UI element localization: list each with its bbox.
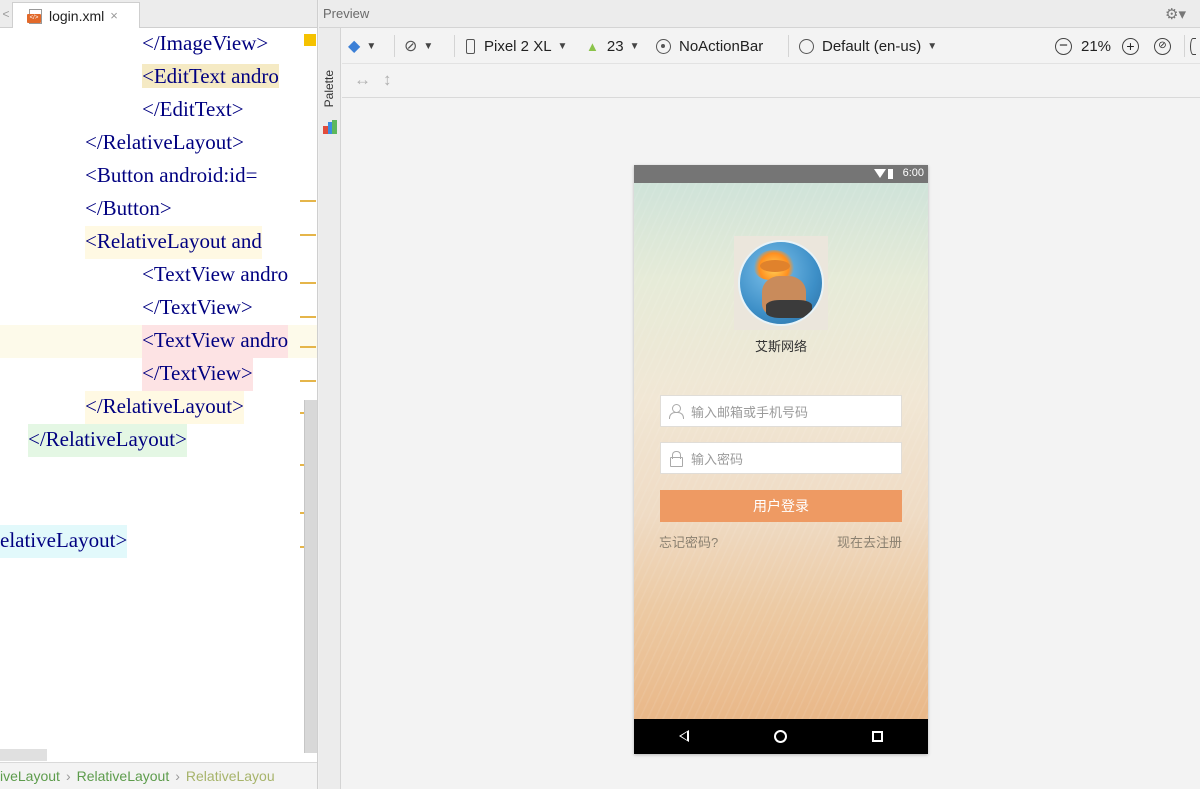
zoom-level: 21% <box>1081 37 1112 55</box>
toolbar-divider <box>454 35 455 57</box>
layers-icon: ◆ <box>348 38 361 55</box>
code-line: <RelativeLayout and <box>85 226 262 259</box>
zoom-in-icon: + <box>1122 37 1139 55</box>
code-area[interactable]: </ImageView> <EditText andro </EditText>… <box>0 28 317 753</box>
app-name: 艾斯网络 <box>754 339 807 354</box>
theme-selector[interactable]: NoActionBar <box>656 36 763 56</box>
user-icon <box>669 404 684 419</box>
email-field[interactable]: 输入邮箱或手机号码 <box>660 395 902 427</box>
breadcrumb: iveLayout › RelativeLayout › RelativeLayou <box>0 762 317 789</box>
chevron-down-icon: ▼ <box>557 40 568 52</box>
api-level-selector[interactable]: ▲ 23 ▼ <box>586 36 639 56</box>
android-icon: ▲ <box>586 38 599 54</box>
login-button[interactable]: 用户登录 <box>660 490 902 522</box>
code-line: <EditText andro <box>142 64 279 88</box>
palette-tab[interactable]: Palette <box>322 70 336 107</box>
theme-icon <box>656 38 671 54</box>
code-line: </RelativeLayout> <box>85 391 244 424</box>
editor-tab-bar: < login.xml × <box>0 0 317 28</box>
zoom-fit-button[interactable]: ⊘ <box>1154 36 1171 56</box>
change-marker <box>300 346 316 348</box>
code-line: </TextView> <box>142 358 253 391</box>
code-line: <Button android:id= <box>85 163 258 187</box>
gear-icon[interactable]: ⚙▾ <box>1165 5 1186 23</box>
code-line-selected: <TextView andro <box>142 325 289 358</box>
code-line: </EditText> <box>142 97 244 121</box>
breadcrumb-item[interactable]: iveLayout <box>0 768 60 784</box>
zoom-out-button[interactable]: − <box>1055 36 1072 56</box>
preview-title: Preview <box>323 6 370 21</box>
design-surface-button[interactable]: ◆ ▼ <box>348 36 376 56</box>
breadcrumb-item[interactable]: RelativeLayout <box>77 768 170 784</box>
code-line: <TextView andro <box>142 262 289 286</box>
battery-icon <box>888 169 893 179</box>
code-line: </ImageView> <box>142 31 269 55</box>
device-preview[interactable]: 6:00 艾斯网络 输入邮箱或手机号码 输入密码 用户登录 忘记密码? 现在去注… <box>634 165 928 754</box>
rotate-icon: ⊘ <box>404 38 418 55</box>
change-marker <box>300 282 316 284</box>
close-tab-icon[interactable]: × <box>110 8 118 23</box>
chevron-down-icon: ▼ <box>927 40 938 52</box>
device-selector[interactable]: Pixel 2 XL ▼ <box>466 36 567 56</box>
fit-screen-icon: ⊘ <box>1154 37 1171 55</box>
status-time: 6:00 <box>902 167 924 179</box>
tab-scroll-left-icon[interactable]: < <box>0 4 12 24</box>
register-link[interactable]: 现在去注册 <box>837 532 902 551</box>
tab-label: login.xml <box>49 7 105 24</box>
status-bar: 6:00 <box>634 165 928 183</box>
more-icon <box>1190 37 1196 55</box>
chevron-down-icon: ▼ <box>366 40 377 52</box>
toolbar-divider <box>394 35 395 57</box>
tab-login-xml[interactable]: login.xml × <box>12 2 140 28</box>
editor-vertical-scrollbar[interactable] <box>304 400 317 753</box>
password-field[interactable]: 输入密码 <box>660 442 902 474</box>
toolbar-divider <box>1184 35 1185 57</box>
palette-strip: Palette <box>319 28 341 789</box>
palette-icon[interactable] <box>323 120 337 134</box>
resize-horizontal-icon[interactable]: ↔ <box>354 70 371 90</box>
chevron-down-icon: ▼ <box>423 40 434 52</box>
recent-apps-icon[interactable] <box>872 731 883 742</box>
change-marker <box>300 380 316 382</box>
change-marker <box>300 200 316 202</box>
navigation-bar <box>634 719 928 754</box>
zoom-in-button[interactable]: + <box>1122 36 1139 56</box>
chevron-down-icon: ▼ <box>629 40 640 52</box>
resize-vertical-icon[interactable]: ↕ <box>383 70 392 90</box>
code-line: </TextView> <box>142 295 253 319</box>
globe-icon <box>799 38 814 54</box>
zoom-out-icon: − <box>1055 37 1072 55</box>
phone-icon <box>466 38 475 54</box>
password-placeholder: 输入密码 <box>691 451 744 467</box>
forgot-password-link[interactable]: 忘记密码? <box>659 532 718 551</box>
code-editor-pane: < login.xml × </ImageView> <EditText and… <box>0 0 318 789</box>
code-line: elativeLayout> <box>0 525 128 558</box>
status-icons <box>874 169 896 179</box>
home-icon[interactable] <box>774 730 787 743</box>
email-placeholder: 输入邮箱或手机号码 <box>691 404 809 420</box>
avatar-frame <box>734 236 828 330</box>
orientation-button[interactable]: ⊘ ▼ <box>404 36 433 56</box>
warning-marker-icon[interactable] <box>304 34 316 46</box>
code-line: </RelativeLayout> <box>28 424 187 457</box>
avatar[interactable] <box>738 240 824 326</box>
android-studio-window: < login.xml × </ImageView> <EditText and… <box>0 0 1200 789</box>
back-icon[interactable] <box>679 730 689 742</box>
editor-horizontal-scrollbar[interactable] <box>0 749 47 761</box>
code-line: </RelativeLayout> <box>85 130 244 154</box>
toolbar-divider <box>788 35 789 57</box>
locale-selector[interactable]: Default (en-us) ▼ <box>799 36 937 56</box>
code-line: </Button> <box>85 196 172 220</box>
overflow-button[interactable] <box>1190 36 1196 56</box>
wifi-icon <box>874 169 886 178</box>
preview-header: Preview ⚙▾ <box>319 0 1200 28</box>
change-marker <box>300 316 316 318</box>
change-marker <box>300 234 316 236</box>
breadcrumb-item[interactable]: RelativeLayou <box>186 768 275 784</box>
xml-file-icon <box>27 8 43 24</box>
preview-toolbar-secondary: ↔ ↕ <box>342 64 1200 98</box>
lock-icon <box>669 451 683 467</box>
preview-toolbar: ◆ ▼ ⊘ ▼ Pixel 2 XL ▼ ▲ 23 ▼ NoActionBar Defau… <box>342 28 1200 64</box>
